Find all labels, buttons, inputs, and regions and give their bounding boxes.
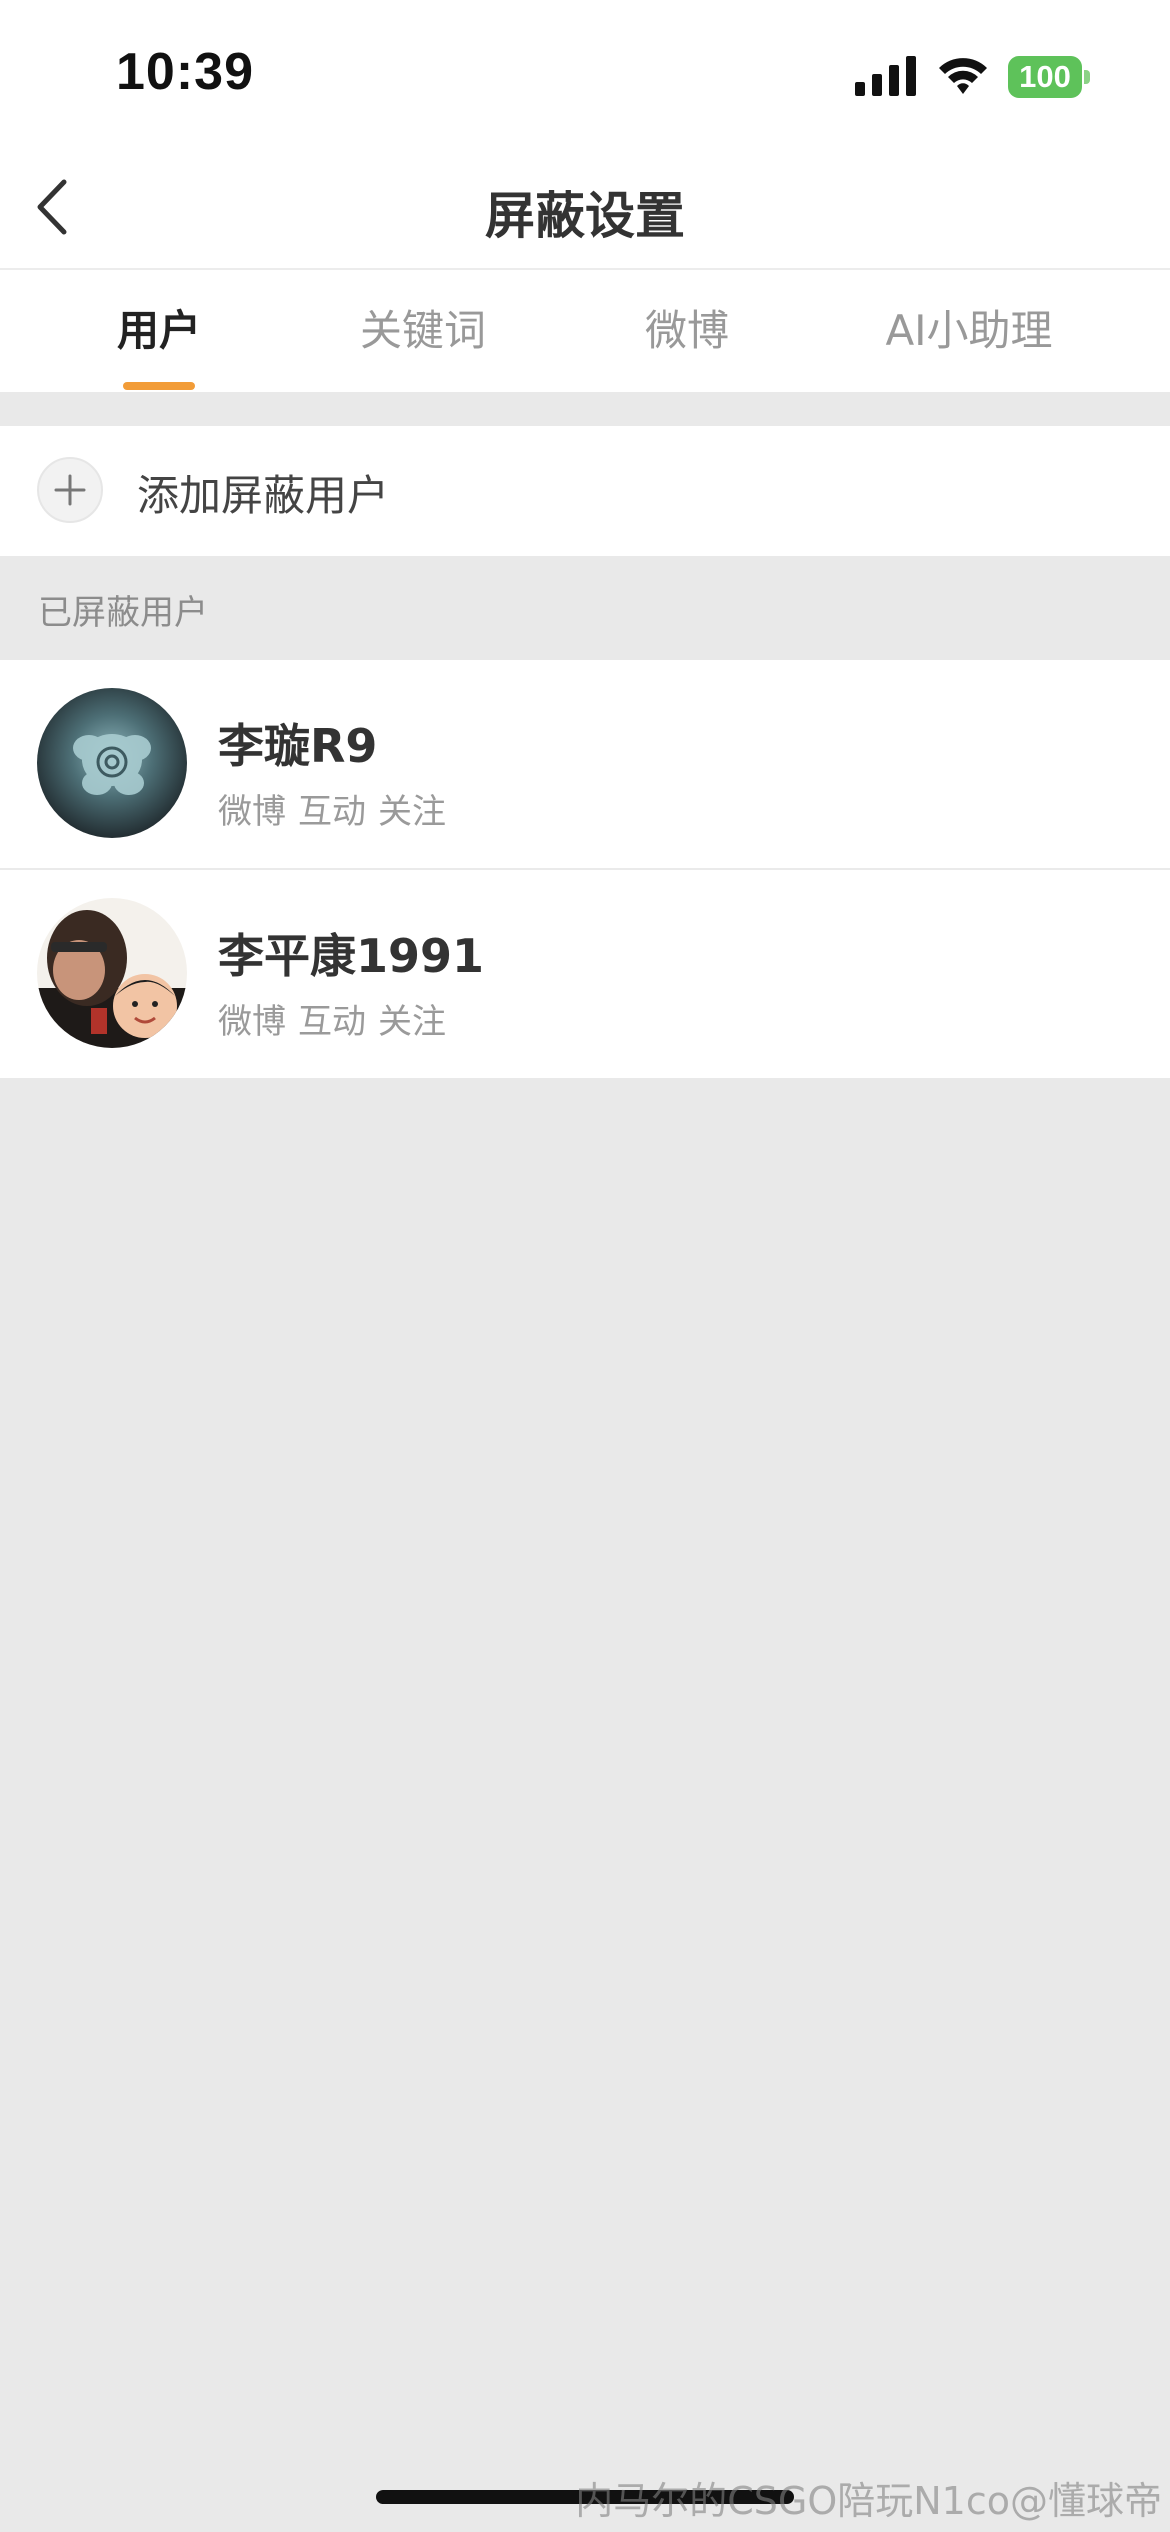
wifi-icon — [939, 58, 987, 94]
tag-interaction: 互动 — [298, 792, 366, 832]
cellular-signal-icon — [855, 56, 916, 96]
user-name: 李璇R9 — [218, 719, 378, 773]
add-blocked-user-label: 添加屏蔽用户 — [137, 471, 390, 520]
blocked-user-list: 李璇R9 微博 互动 关注 李平康1991 微博 互动 关注 — [0, 660, 1170, 1078]
user-block-tags: 微博 互动 关注 — [218, 784, 458, 833]
add-blocked-user-button[interactable]: 添加屏蔽用户 — [0, 426, 1170, 556]
battery-level: 100 — [1019, 59, 1071, 94]
tag-interaction: 互动 — [298, 1002, 366, 1042]
tag-weibo: 微博 — [218, 792, 286, 832]
tab-weibo[interactable]: 微博 — [607, 270, 767, 392]
list-item[interactable]: 李平康1991 微博 互动 关注 — [0, 868, 1170, 1078]
tab-ai-assistant[interactable]: AI小助理 — [869, 270, 1069, 392]
status-time: 10:39 — [116, 43, 254, 101]
section-header: 已屏蔽用户 — [38, 593, 208, 633]
status-bar: 10:39 100 — [0, 0, 1170, 150]
page-title: 屏蔽设置 — [485, 187, 685, 245]
tab-keywords[interactable]: 关键词 — [343, 270, 503, 392]
user-block-tags: 微博 互动 关注 — [218, 994, 458, 1043]
tab-users[interactable]: 用户 — [79, 270, 239, 392]
active-tab-indicator — [123, 382, 195, 390]
plus-icon — [37, 457, 103, 523]
battery-icon: 100 — [1008, 56, 1090, 98]
tag-follow: 关注 — [378, 792, 446, 832]
navigation-bar: 屏蔽设置 — [0, 150, 1170, 270]
tab-bar: 用户 关键词 微博 AI小助理 — [0, 270, 1170, 392]
watermark: 内马尔的CSGO陪玩N1co@懂球帝 — [575, 2479, 1162, 2523]
tag-weibo: 微博 — [218, 1002, 286, 1042]
avatar[interactable] — [37, 688, 187, 838]
user-name: 李平康1991 — [218, 929, 485, 983]
list-item[interactable]: 李璇R9 微博 互动 关注 — [0, 660, 1170, 868]
tag-follow: 关注 — [378, 1002, 446, 1042]
avatar[interactable] — [37, 898, 187, 1048]
